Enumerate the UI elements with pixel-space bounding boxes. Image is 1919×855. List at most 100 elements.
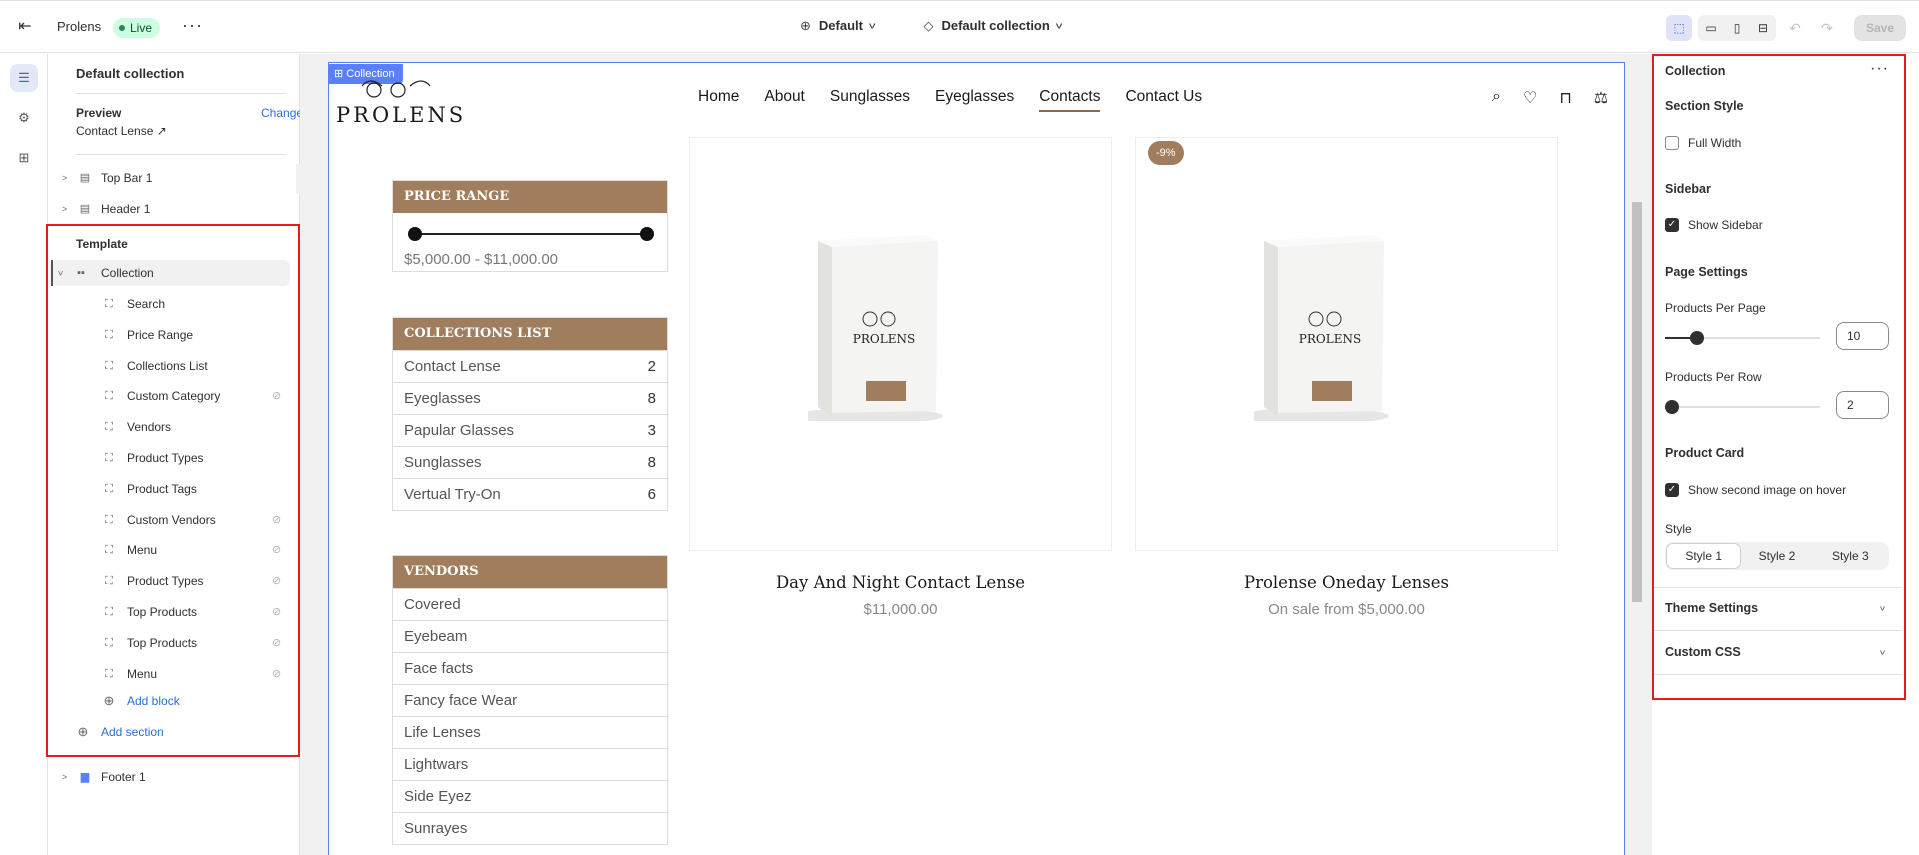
chevron-right-icon: > [62, 772, 68, 782]
sections-icon[interactable]: ☰ [10, 64, 38, 92]
section-label: Top Bar 1 [101, 171, 153, 185]
logo-glasses-icon [361, 80, 431, 98]
box-brand: PROLENS [853, 332, 915, 346]
section-label: Footer 1 [101, 770, 146, 784]
change-preview-link[interactable]: Change [261, 106, 303, 120]
vendors-title: VENDORS [393, 556, 667, 588]
product-price: $11,000.00 [863, 601, 938, 618]
collection-item[interactable]: Vertual Try-On 6 [393, 478, 667, 510]
chevron-down-icon: v [868, 20, 876, 31]
box-brand: PROLENS [1299, 332, 1361, 346]
vendor-item[interactable]: Eyebeam [393, 620, 667, 652]
product-title[interactable]: Day And Night Contact Lense [689, 573, 1112, 592]
external-link-icon: ↗ [156, 124, 167, 138]
price-max-handle[interactable] [640, 227, 654, 241]
apps-icon[interactable]: ⊞ [10, 144, 38, 172]
nav-link[interactable]: Contact Us [1125, 88, 1202, 112]
collection-name: Eyeglasses [404, 390, 481, 407]
collection-count: 8 [647, 454, 656, 471]
fullwidth-view-icon[interactable]: ⊟ [1750, 15, 1776, 41]
settings-icon[interactable]: ⚙ [10, 104, 38, 132]
template-selector[interactable]: ◇ Default collection v [923, 18, 1062, 34]
section-icon: ▤ [79, 172, 91, 184]
nav-link[interactable]: Home [698, 88, 739, 112]
product-price: On sale from $5,000.00 [1268, 601, 1425, 618]
price-range-title: PRICE RANGE [393, 181, 667, 213]
section-footer[interactable]: > ▆ Footer 1 [54, 764, 294, 790]
collection-name: Vertual Try-On [404, 486, 501, 503]
price-range-value: $5,000.00 - $11,000.00 [404, 251, 559, 268]
product-image: PROLENS [808, 235, 943, 421]
desktop-view-icon[interactable]: ▭ [1698, 15, 1724, 41]
collection-item[interactable]: Sunglasses 8 [393, 446, 667, 478]
chevron-right-icon: > [62, 204, 68, 214]
product-card[interactable]: PROLENS [1135, 137, 1558, 551]
vendor-item[interactable]: Side Eyez [393, 780, 667, 812]
store-name: Prolens [57, 19, 102, 34]
nav-link[interactable]: Contacts [1039, 88, 1101, 112]
inspector-icon[interactable]: ⬚ [1666, 15, 1692, 41]
vendor-item[interactable]: Fancy face Wear [393, 684, 667, 716]
collection-item[interactable]: Contact Lense 2 [393, 350, 667, 382]
section-label: Header 1 [101, 202, 151, 216]
search-icon[interactable]: ⌕ [1492, 88, 1501, 108]
panel-title: Default collection [76, 66, 185, 81]
collection-name: Sunglasses [404, 454, 482, 471]
price-range-slider[interactable] [408, 227, 654, 241]
preview-value-text: Contact Lense [76, 124, 154, 138]
preview-label: Preview [76, 106, 122, 120]
vendors-widget: VENDORS Covered Eyebeam Face facts Fancy fa… [392, 555, 668, 845]
product-title[interactable]: Prolense Oneday Lenses [1135, 573, 1558, 592]
wishlist-icon[interactable]: ♡ [1523, 88, 1537, 108]
save-button[interactable]: Save [1854, 15, 1907, 41]
collection-name: Papular Glasses [404, 422, 515, 439]
product-image: PROLENS [1254, 235, 1389, 421]
nav-link[interactable]: About [764, 88, 805, 112]
collections-title: COLLECTIONS LIST [393, 318, 667, 350]
price-min-handle[interactable] [408, 227, 422, 241]
preview-value[interactable]: Contact Lense ↗ [76, 124, 167, 138]
undo-icon[interactable]: ↶ [1782, 15, 1808, 41]
footer-icon: ▆ [80, 771, 90, 783]
collection-item[interactable]: Eyeglasses 8 [393, 382, 667, 414]
section-icon: ▤ [79, 203, 91, 215]
vendor-item[interactable]: Covered [393, 588, 667, 620]
nav-link[interactable]: Eyeglasses [935, 88, 1014, 112]
vendor-item[interactable]: Sunrayes [393, 812, 667, 844]
theme-label: Default [818, 18, 863, 33]
highlight-box-right [1652, 54, 1906, 700]
vendor-item[interactable]: Face facts [393, 652, 667, 684]
vendor-item[interactable]: Life Lenses [393, 716, 667, 748]
chevron-down-icon: v [1055, 20, 1063, 31]
highlight-box-left [46, 224, 300, 757]
preview-scrollbar[interactable] [1628, 62, 1646, 855]
product-card[interactable]: PROLENS [689, 137, 1112, 551]
tag-icon: ◇ [923, 18, 934, 33]
collections-list-widget: COLLECTIONS LIST Contact Lense 2 Eyeglasse… [392, 317, 668, 511]
section-tag-icon: ⊞ [334, 68, 347, 80]
compare-icon[interactable]: ⚖ [1594, 88, 1608, 108]
discount-badge: -9% [1148, 141, 1184, 165]
exit-icon[interactable]: ⇤ [15, 17, 35, 37]
section-top-bar[interactable]: > ▤ Top Bar 1 [54, 165, 294, 191]
theme-selector[interactable]: ⊕ Default v [800, 18, 875, 34]
more-icon[interactable]: ··· [182, 15, 203, 36]
vendor-item[interactable]: Lightwars [393, 748, 667, 780]
redo-icon[interactable]: ↷ [1814, 15, 1840, 41]
collection-count: 3 [647, 422, 656, 439]
mobile-view-icon[interactable]: ▯ [1724, 15, 1750, 41]
cart-icon[interactable]: ⊓ [1559, 88, 1571, 108]
collection-item[interactable]: Papular Glasses 3 [393, 414, 667, 446]
nav-link[interactable]: Sunglasses [830, 88, 910, 112]
left-rail: ☰ ⚙ ⊞ [0, 54, 48, 855]
main-nav: Home About Sunglasses Eyeglasses Contacts Con… [698, 88, 1202, 112]
collection-count: 8 [647, 390, 656, 407]
store-logo[interactable]: PROLENS [336, 103, 466, 127]
collection-name: Contact Lense [404, 358, 501, 375]
section-header[interactable]: > ▤ Header 1 [54, 196, 294, 222]
collection-count: 2 [647, 358, 656, 375]
chevron-right-icon: > [62, 173, 68, 183]
status-label: Live [130, 21, 153, 35]
collection-count: 6 [647, 486, 656, 503]
template-label: Default collection [941, 18, 1050, 33]
